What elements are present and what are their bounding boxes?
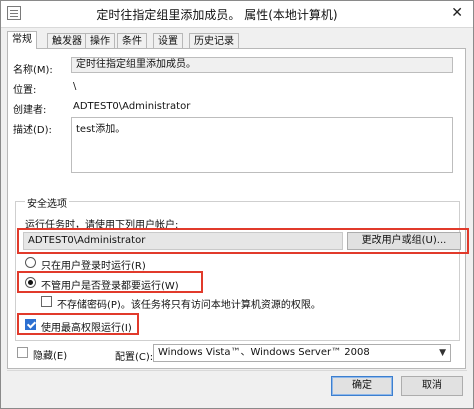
no-store-password-label: 不存储密码(P)。该任务将只有访问本地计算机资源的权限。: [57, 300, 321, 311]
ok-button[interactable]: 确定: [331, 376, 393, 396]
no-store-password-checkbox[interactable]: [41, 296, 52, 307]
dropdown-chevron-icon: ▼: [439, 348, 446, 358]
task-properties-window: 定时往指定组里添加成员。 属性(本地计算机) ✕ 常规 触发器 操作 条件 设置…: [0, 0, 474, 409]
close-icon[interactable]: ✕: [451, 5, 463, 21]
configure-for-select[interactable]: Windows Vista™、Windows Server™ 2008 ▼: [153, 344, 451, 362]
footer-divider: [7, 370, 467, 371]
runas-highlight-box: [17, 228, 469, 254]
tab-general[interactable]: 常规: [7, 31, 37, 49]
tab-triggers[interactable]: 触发器: [47, 33, 87, 48]
name-label: 名称(M):: [13, 65, 53, 76]
hidden-label: 隐藏(E): [33, 351, 68, 362]
cancel-button[interactable]: 取消: [401, 376, 463, 396]
window-title: 定时往指定组里添加成员。 属性(本地计算机): [96, 8, 338, 22]
configure-label: 配置(C):: [115, 352, 154, 363]
security-options-title: 安全选项: [25, 195, 69, 210]
title-bar: 定时往指定组里添加成员。 属性(本地计算机) ✕: [1, 1, 473, 28]
run-always-highlight-box: [17, 271, 203, 293]
author-value: ADTEST0\Administrator: [73, 101, 191, 112]
highest-privileges-highlight-box: [17, 313, 139, 335]
name-field[interactable]: 定时往指定组里添加成员。: [71, 57, 453, 73]
location-value: \: [73, 81, 77, 92]
description-label: 描述(D):: [13, 125, 52, 136]
description-textarea[interactable]: test添加。: [71, 117, 453, 173]
tab-conditions[interactable]: 条件: [117, 33, 147, 48]
tab-history[interactable]: 历史记录: [189, 33, 239, 48]
run-when-logged-on-radio[interactable]: [25, 257, 36, 268]
location-label: 位置:: [13, 85, 37, 96]
hidden-checkbox[interactable]: [17, 347, 28, 358]
tab-actions[interactable]: 操作: [85, 33, 115, 48]
tab-settings[interactable]: 设置: [153, 33, 183, 48]
author-label: 创建者:: [13, 105, 47, 116]
run-when-logged-on-label: 只在用户登录时运行(R): [41, 261, 146, 272]
configure-for-value: Windows Vista™、Windows Server™ 2008: [158, 347, 370, 358]
